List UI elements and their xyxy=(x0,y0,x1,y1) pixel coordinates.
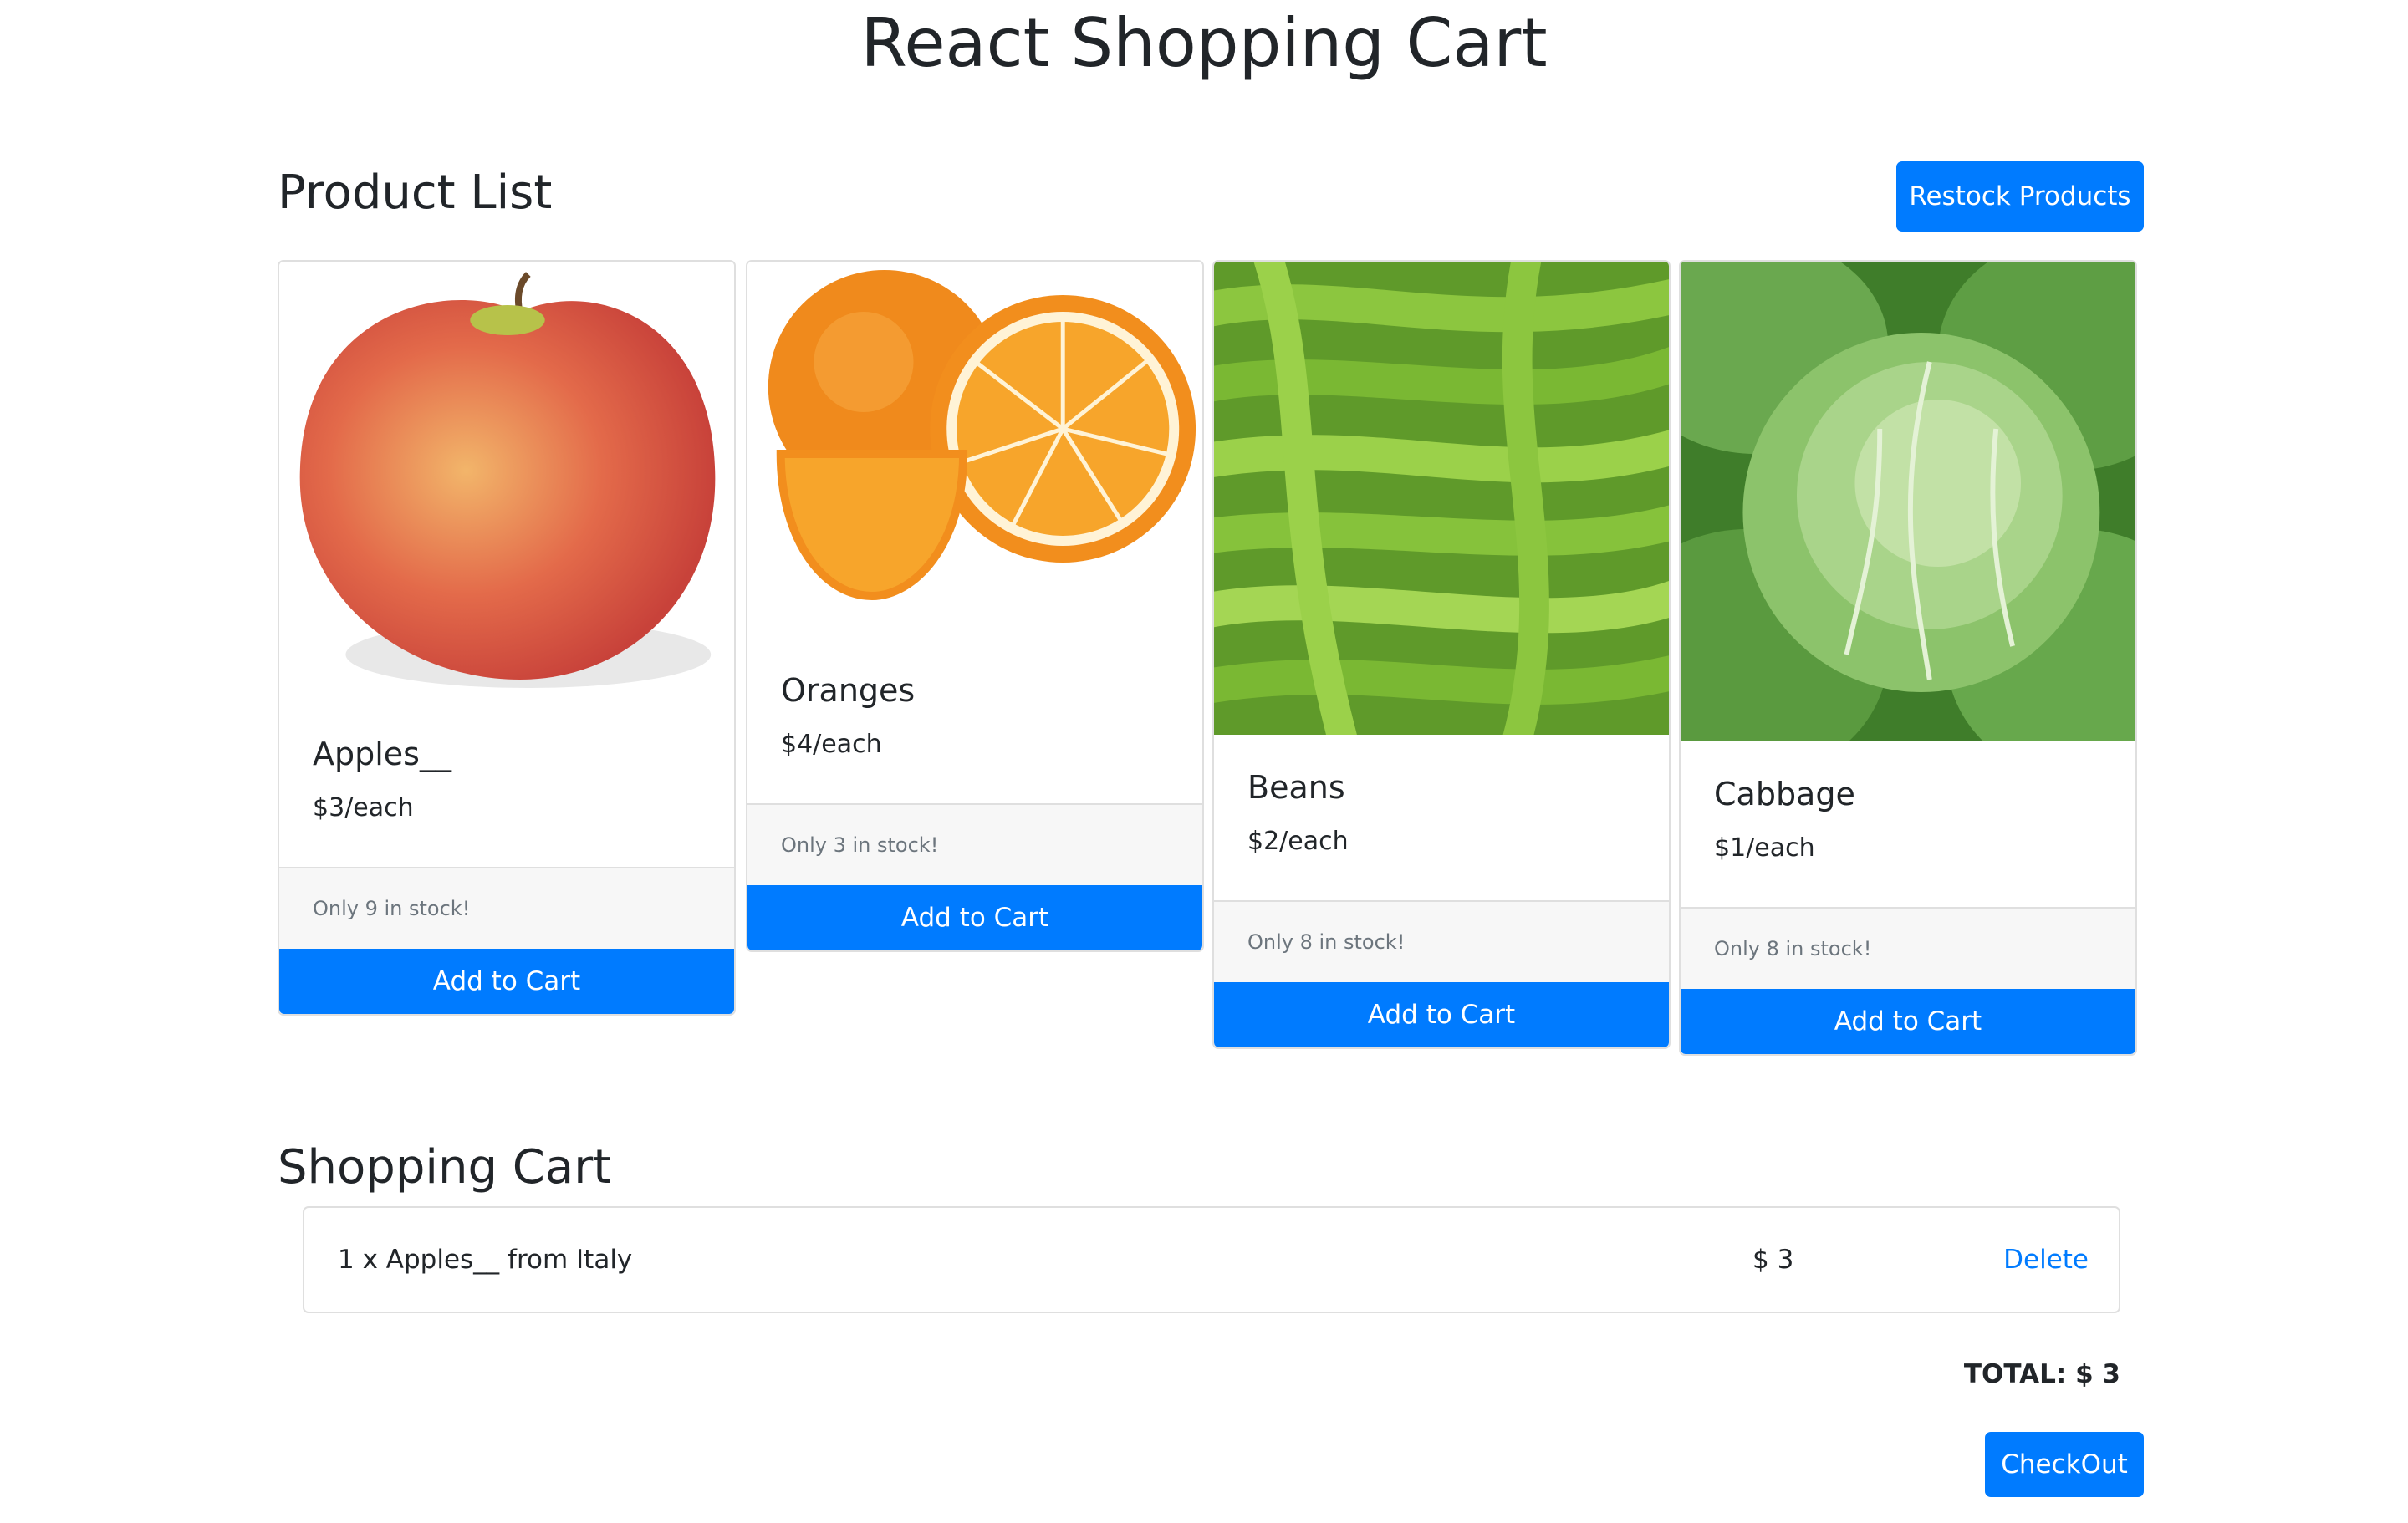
apple-image xyxy=(279,262,734,701)
product-name: Cabbage xyxy=(1714,776,1855,812)
green-beans-image xyxy=(1214,262,1669,735)
add-to-cart-button[interactable]: Add to Cart xyxy=(1214,982,1669,1047)
product-price: $4/each xyxy=(781,730,882,759)
restock-products-button[interactable]: Restock Products xyxy=(1896,161,2144,232)
stock-status: Only 8 in stock! xyxy=(1214,902,1669,982)
product-list-heading: Product List xyxy=(278,166,553,220)
product-card-oranges: Oranges $4/each Only 3 in stock! Add to … xyxy=(746,260,1204,952)
stock-status: Only 8 in stock! xyxy=(1681,909,2135,989)
product-name: Apples__ xyxy=(313,736,452,772)
cart-item-list: 1 x Apples__ from Italy $ 3 Delete xyxy=(303,1206,2120,1313)
stock-status: Only 9 in stock! xyxy=(279,868,734,949)
delete-item-link[interactable]: Delete xyxy=(2003,1208,2089,1312)
page-title: React Shopping Cart xyxy=(860,4,1548,82)
cart-item-price: $ 3 xyxy=(1752,1245,1794,1275)
product-card-cabbage: Cabbage $1/each Only 8 in stock! Add to … xyxy=(1679,260,2137,1056)
product-price: $1/each xyxy=(1714,833,1815,863)
product-card-beans: Beans $2/each Only 8 in stock! Add to Ca… xyxy=(1212,260,1671,1049)
cart-item-description: 1 x Apples__ from Italy xyxy=(338,1245,633,1275)
product-card-apples: Apples__ $3/each Only 9 in stock! Add to… xyxy=(278,260,736,1016)
product-price: $3/each xyxy=(313,793,414,823)
cart-total: TOTAL: $ 3 xyxy=(1963,1359,2120,1389)
cabbage-image xyxy=(1681,262,2135,741)
product-name: Oranges xyxy=(781,672,916,709)
oranges-image xyxy=(747,262,1202,638)
product-price: $2/each xyxy=(1247,827,1349,856)
checkout-button[interactable]: CheckOut xyxy=(1985,1432,2144,1497)
add-to-cart-button[interactable]: Add to Cart xyxy=(747,885,1202,950)
add-to-cart-button[interactable]: Add to Cart xyxy=(279,949,734,1014)
add-to-cart-button[interactable]: Add to Cart xyxy=(1681,989,2135,1054)
product-name: Beans xyxy=(1247,769,1345,806)
stock-status: Only 3 in stock! xyxy=(747,805,1202,885)
shopping-cart-heading: Shopping Cart xyxy=(278,1140,612,1194)
